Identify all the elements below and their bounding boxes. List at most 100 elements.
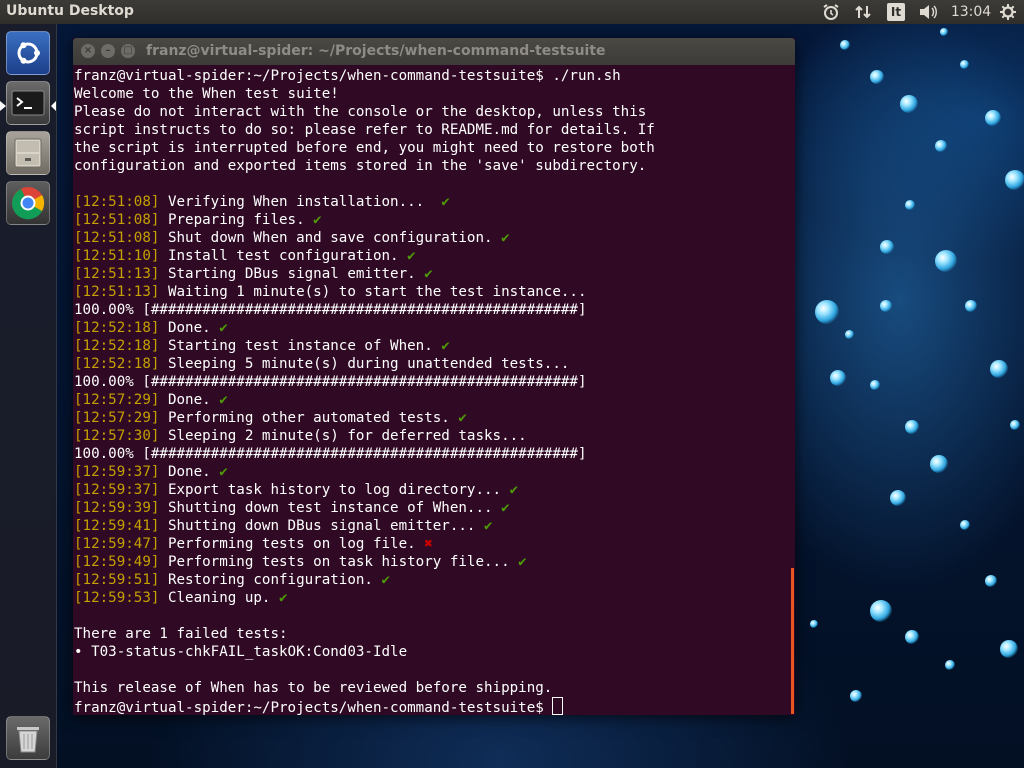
- wallpaper-bokeh: [990, 360, 1008, 378]
- command-line: franz@virtual-spider:~/Projects/when-com…: [74, 67, 795, 85]
- log-message: Done.: [159, 392, 220, 408]
- intro-text: script instructs to do so: please refer …: [74, 122, 655, 138]
- files-cabinet-icon[interactable]: [6, 131, 50, 175]
- wallpaper-bokeh: [870, 380, 880, 390]
- log-line: [12:59:39] Shutting down test instance o…: [74, 499, 795, 517]
- log-message: Waiting 1 minute(s) to start the test in…: [159, 284, 587, 300]
- timestamp: [12:59:49]: [74, 554, 160, 570]
- wallpaper-bokeh: [850, 690, 862, 702]
- maximize-window-button[interactable]: □: [121, 44, 135, 58]
- timestamp: [12:52:18]: [74, 356, 160, 372]
- dash-ubuntu-icon[interactable]: [6, 31, 50, 75]
- focused-indicator: [51, 101, 56, 111]
- log-message: Sleeping 2 minute(s) for deferred tasks.…: [159, 428, 527, 444]
- log-line: [12:52:18] Done. ✔: [74, 319, 795, 337]
- terminal-output[interactable]: franz@virtual-spider:~/Projects/when-com…: [73, 65, 795, 715]
- wallpaper-bokeh: [1010, 420, 1020, 430]
- progress-bar-text: 100.00% [###############################…: [74, 446, 587, 462]
- log-line: [12:59:41] Shutting down DBus signal emi…: [74, 517, 795, 535]
- network-arrows-icon[interactable]: [852, 2, 874, 22]
- wallpaper-bokeh: [815, 300, 839, 324]
- summary-text: There are 1 failed tests:: [74, 626, 288, 642]
- timestamp: [12:57:29]: [74, 410, 160, 426]
- intro-line: Welcome to the When test suite!: [74, 85, 795, 103]
- keyboard-layout-label: It: [886, 3, 906, 21]
- log-line: [12:59:37] Done. ✔: [74, 463, 795, 481]
- wallpaper-bokeh: [905, 200, 915, 210]
- log-line: [12:57:29] Performing other automated te…: [74, 409, 795, 427]
- wallpaper-bokeh: [930, 455, 948, 473]
- intro-line: configuration and exported items stored …: [74, 157, 795, 175]
- intro-line: Please do not interact with the console …: [74, 103, 795, 121]
- wallpaper-bokeh: [1005, 170, 1024, 190]
- summary-line: There are 1 failed tests:: [74, 625, 795, 643]
- intro-text: configuration and exported items stored …: [74, 158, 647, 174]
- summary-line: [74, 661, 795, 679]
- log-line: [12:59:49] Performing tests on task hist…: [74, 553, 795, 571]
- progress-bar-text: 100.00% [###############################…: [74, 374, 587, 390]
- log-message: Export task history to log directory...: [159, 482, 510, 498]
- log-message: Shutting down test instance of When...: [159, 500, 502, 516]
- log-message: Shutting down DBus signal emitter...: [159, 518, 485, 534]
- wallpaper-bokeh: [935, 250, 957, 272]
- clock[interactable]: 13:04: [950, 2, 992, 22]
- log-line: [12:59:37] Export task history to log di…: [74, 481, 795, 499]
- timestamp: [12:51:13]: [74, 284, 160, 300]
- terminal-icon[interactable]: [6, 81, 50, 125]
- wallpaper-bokeh: [880, 240, 894, 254]
- log-message: Sleeping 5 minute(s) during unattended t…: [159, 356, 570, 372]
- top-panel: Ubuntu Desktop It 13:04: [0, 0, 1024, 24]
- check-mark-icon: ✔: [501, 230, 510, 246]
- progress-line: 100.00% [###############################…: [74, 445, 795, 463]
- sound-icon[interactable]: [916, 2, 940, 22]
- check-mark-icon: ✔: [219, 392, 228, 408]
- summary-line: • T03-status-chkFAIL_taskOK:Cond03-Idle: [74, 643, 795, 661]
- log-line: [12:57:30] Sleeping 2 minute(s) for defe…: [74, 427, 795, 445]
- timestamp: [12:51:13]: [74, 266, 160, 282]
- check-mark-icon: ✔: [441, 194, 450, 210]
- text-cursor: [552, 697, 564, 715]
- log-message: Performing other automated tests.: [159, 410, 459, 426]
- timestamp: [12:59:41]: [74, 518, 160, 534]
- scroll-position-indicator[interactable]: [791, 568, 794, 714]
- wallpaper-bokeh: [960, 60, 969, 69]
- timestamp: [12:51:08]: [74, 230, 160, 246]
- check-mark-icon: ✔: [518, 554, 527, 570]
- chrome-icon[interactable]: [6, 181, 50, 225]
- timestamp: [12:57:29]: [74, 392, 160, 408]
- summary-text: This release of When has to be reviewed …: [74, 680, 553, 696]
- log-line: [12:51:13] Waiting 1 minute(s) to start …: [74, 283, 795, 301]
- wallpaper-bokeh: [870, 600, 892, 622]
- log-message: Restoring configuration.: [159, 572, 382, 588]
- alarm-clock-icon[interactable]: [820, 2, 842, 22]
- shell-prompt: franz@virtual-spider:~/Projects/when-com…: [74, 700, 544, 715]
- wallpaper-bokeh: [935, 140, 947, 152]
- check-mark-icon: ✔: [407, 248, 416, 264]
- timestamp: [12:59:51]: [74, 572, 160, 588]
- terminal-window[interactable]: × – □ franz@virtual-spider: ~/Projects/w…: [73, 38, 795, 715]
- wallpaper-bokeh: [940, 28, 948, 36]
- close-window-button[interactable]: ×: [81, 44, 95, 58]
- summary-line: This release of When has to be reviewed …: [74, 679, 795, 697]
- check-mark-icon: ✔: [219, 320, 228, 336]
- timestamp: [12:59:39]: [74, 500, 160, 516]
- log-message: Cleaning up.: [159, 590, 280, 606]
- log-message: Starting DBus signal emitter.: [159, 266, 425, 282]
- minimize-window-button[interactable]: –: [101, 44, 115, 58]
- timestamp: [12:51:10]: [74, 248, 160, 264]
- check-mark-icon: ✔: [219, 464, 228, 480]
- check-mark-icon: ✔: [458, 410, 467, 426]
- wallpaper-bokeh: [985, 110, 1001, 126]
- log-line: [12:51:08] Shut down When and save confi…: [74, 229, 795, 247]
- timestamp: [12:59:53]: [74, 590, 160, 606]
- trash-icon[interactable]: [6, 716, 50, 760]
- settings-gear-icon[interactable]: [996, 2, 1020, 22]
- log-message: Preparing files.: [159, 212, 314, 228]
- keyboard-layout-indicator[interactable]: It: [886, 2, 906, 22]
- log-message: Shut down When and save configuration.: [159, 230, 502, 246]
- progress-line: 100.00% [###############################…: [74, 301, 795, 319]
- window-titlebar[interactable]: × – □ franz@virtual-spider: ~/Projects/w…: [73, 38, 795, 65]
- launcher: [0, 24, 57, 768]
